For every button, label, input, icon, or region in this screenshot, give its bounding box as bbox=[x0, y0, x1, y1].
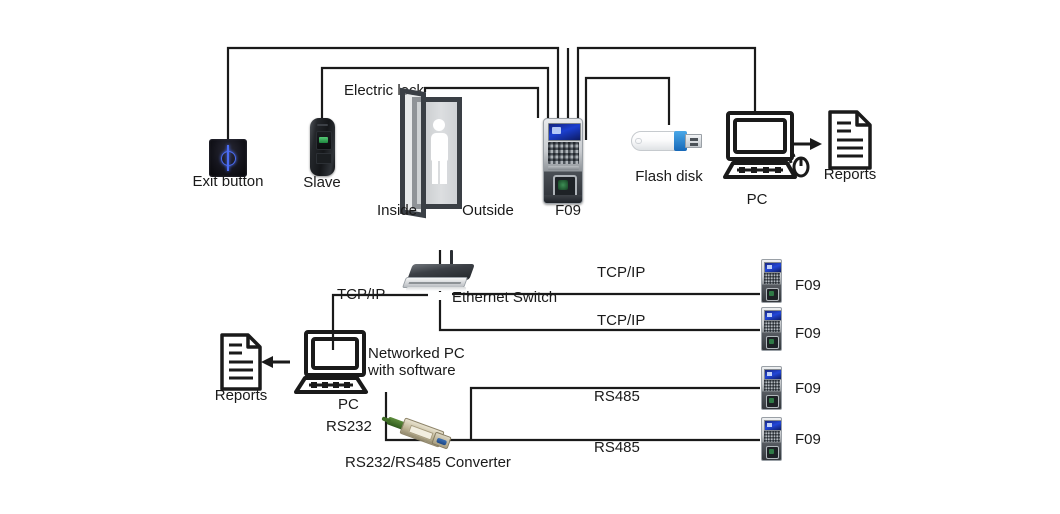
pc-icon[interactable] bbox=[722, 110, 812, 182]
networked-pc-label: Networked PC with software bbox=[368, 345, 465, 379]
link-label-rs485-f09-4: RS485 bbox=[594, 439, 640, 456]
rs232-rs485-converter-device[interactable] bbox=[385, 416, 459, 452]
f09-net-terminal-1[interactable] bbox=[761, 259, 782, 303]
flash-disk-device[interactable] bbox=[631, 129, 703, 153]
f09-net-3-keypad[interactable] bbox=[764, 380, 780, 391]
f09-net-2-screen bbox=[764, 310, 781, 321]
ethernet-switch-label: Ethernet Switch bbox=[452, 289, 558, 306]
converter-db9-connector bbox=[431, 431, 452, 450]
door-outside-label: Outside bbox=[462, 202, 514, 219]
diagram-canvas: Exit button Slave Electric lock Inside O… bbox=[0, 0, 1060, 514]
exit-button-label: Exit button bbox=[192, 173, 264, 190]
door-inside-label: Inside bbox=[376, 202, 418, 219]
flash-disk-label: Flash disk bbox=[635, 168, 703, 185]
slave-fingerprint-sensor-icon bbox=[315, 131, 332, 150]
flash-disk-usb-connector bbox=[685, 134, 702, 148]
link-label-tcpip-pc: TCP/IP bbox=[337, 286, 386, 303]
reports-document-icon[interactable] bbox=[826, 110, 874, 170]
slave-label: Slave bbox=[303, 174, 341, 191]
f09-net-terminal-4[interactable] bbox=[761, 417, 782, 461]
f09-screen bbox=[548, 123, 581, 141]
f09-net-4-screen bbox=[764, 420, 781, 431]
reports-lower-label: Reports bbox=[214, 387, 268, 404]
person-head bbox=[433, 119, 445, 131]
f09-net-1-screen bbox=[764, 262, 781, 273]
f09-net-1-fingerprint-sensor-icon[interactable] bbox=[766, 288, 779, 301]
arrow-networked-pc-to-reports bbox=[261, 356, 290, 368]
f09-net-3-screen bbox=[764, 369, 781, 380]
f09-net-2-label: F09 bbox=[795, 325, 821, 342]
f09-keypad[interactable] bbox=[548, 142, 579, 164]
f09-net-2-fingerprint-sensor-icon[interactable] bbox=[766, 336, 779, 349]
exit-button-device[interactable] bbox=[209, 139, 247, 177]
networked-pc-rs232-label: RS232 bbox=[326, 418, 372, 435]
pc-label: PC bbox=[746, 191, 768, 208]
f09-net-4-keypad[interactable] bbox=[764, 431, 780, 442]
person-silhouette-icon bbox=[430, 119, 448, 185]
link-label-tcpip-f09-1: TCP/IP bbox=[597, 264, 646, 281]
door-open-panel bbox=[400, 87, 426, 219]
slave-speaker-slot bbox=[317, 124, 328, 126]
converter-label: RS232/RS485 Converter bbox=[345, 454, 511, 471]
f09-net-terminal-3[interactable] bbox=[761, 366, 782, 410]
networked-pc-port-label: PC bbox=[338, 396, 359, 413]
slave-reader-device[interactable] bbox=[310, 118, 335, 176]
connection-wires bbox=[226, 46, 822, 442]
person-leg-left bbox=[431, 159, 438, 184]
f09-net-1-label: F09 bbox=[795, 277, 821, 294]
slave-touch-pad bbox=[315, 153, 332, 164]
person-leg-right bbox=[440, 159, 447, 184]
f09-net-1-keypad[interactable] bbox=[764, 273, 780, 284]
f09-net-4-fingerprint-sensor-icon[interactable] bbox=[766, 446, 779, 459]
f09-main-terminal[interactable] bbox=[543, 118, 583, 204]
link-label-rs485-f09-3: RS485 bbox=[594, 388, 640, 405]
networked-pc-icon[interactable] bbox=[292, 330, 374, 395]
f09-net-terminal-2[interactable] bbox=[761, 307, 782, 351]
f09-net-3-label: F09 bbox=[795, 380, 821, 397]
person-torso bbox=[430, 133, 448, 161]
link-label-tcpip-f09-2: TCP/IP bbox=[597, 312, 646, 329]
reports-document-icon-lower[interactable] bbox=[218, 333, 264, 391]
f09-net-3-fingerprint-sensor-icon[interactable] bbox=[766, 395, 779, 408]
wire-pc-to-f09 bbox=[576, 46, 757, 118]
door-graphic bbox=[400, 87, 474, 219]
f09-brand-band bbox=[548, 166, 579, 170]
exit-button-symbol-ring bbox=[221, 151, 236, 166]
f09-net-2-keypad[interactable] bbox=[764, 321, 780, 332]
flash-disk-lanyard-hole bbox=[635, 138, 642, 144]
f09-main-label: F09 bbox=[555, 202, 581, 219]
reports-label: Reports bbox=[823, 166, 877, 183]
f09-net-4-label: F09 bbox=[795, 431, 821, 448]
